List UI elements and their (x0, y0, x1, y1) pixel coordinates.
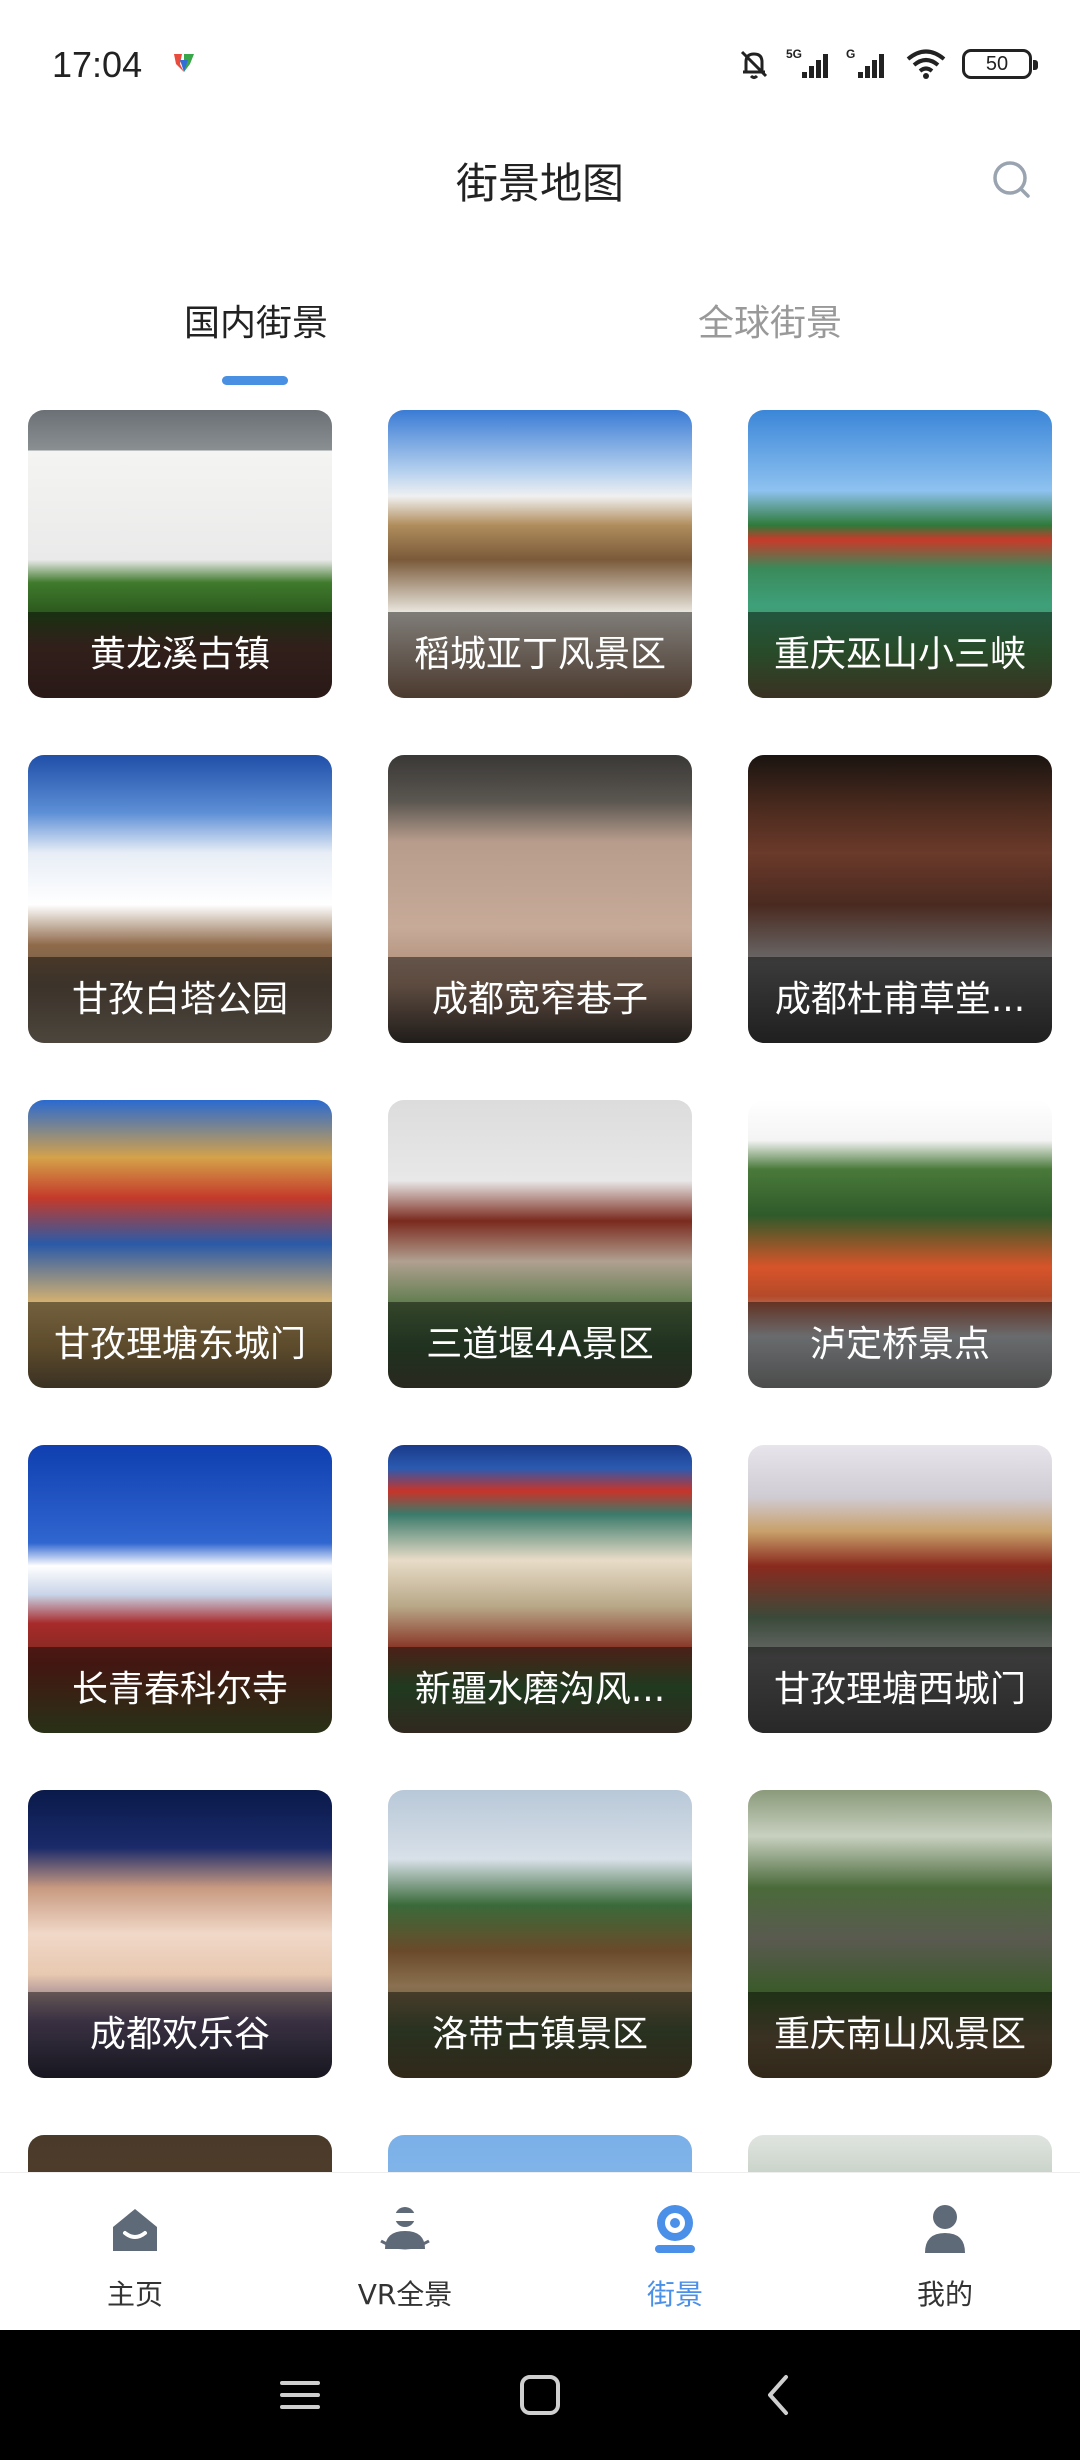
card-label: 泸定桥景点 (809, 1324, 990, 1365)
search-button[interactable] (982, 150, 1042, 210)
notification-app-icon (174, 54, 194, 72)
wifi-icon (906, 49, 946, 79)
scenic-card[interactable]: 成都杜甫草堂... (748, 755, 1052, 1043)
street-view-icon (655, 2205, 695, 2253)
tab-domestic[interactable]: 国内街景 (106, 294, 406, 346)
nav-item-street-view[interactable]: 街景 (540, 2173, 810, 2331)
menu-icon[interactable] (270, 2365, 330, 2425)
scenic-card[interactable]: 长青春科尔寺 (28, 1445, 332, 1733)
signal-icon: G (846, 47, 884, 78)
nav-label: VR全景 (357, 2278, 453, 2311)
card-label: 成都杜甫草堂... (774, 979, 1026, 1020)
scenic-card[interactable]: 重庆巫山小三峡 (748, 410, 1052, 698)
scenic-card[interactable]: 甘孜白塔公园 (28, 755, 332, 1043)
card-label: 黄龙溪古镇 (89, 634, 270, 675)
card-label: 稻城亚丁风景区 (413, 634, 666, 675)
profile-icon (925, 2205, 965, 2253)
bottom-nav: 主页 VR全景 街景 我的 (0, 2172, 1080, 2330)
header: 街景地图 (0, 120, 1080, 240)
nav-label: 街景 (646, 2278, 703, 2311)
scenic-card[interactable]: 三道堰4A景区 (388, 1100, 692, 1388)
back-icon[interactable] (750, 2365, 810, 2425)
card-label: 洛带古镇景区 (431, 2014, 648, 2055)
scenic-card[interactable]: 新疆水磨沟风... (388, 1445, 692, 1733)
system-nav-bar (0, 2330, 1080, 2460)
card-label: 甘孜理塘西城门 (773, 1669, 1026, 1710)
home-icon (113, 2209, 157, 2251)
card-label: 三道堰4A景区 (426, 1324, 654, 1365)
mute-bell-icon (740, 50, 768, 79)
nav-item-vr[interactable]: VR全景 (270, 2173, 540, 2331)
page-title: 街景地图 (455, 159, 624, 208)
card-label: 甘孜理塘东城门 (53, 1324, 306, 1365)
nav-label: 主页 (106, 2278, 163, 2311)
status-bar: 17:04 5G G 50 (0, 0, 1080, 120)
card-image (388, 2135, 692, 2172)
scenic-card-partial[interactable] (748, 2135, 1052, 2172)
scenic-grid-viewport: 黄龙溪古镇 稻城亚丁风景区 重庆巫山小三峡 甘孜白塔公园 成都宽窄巷子 成都杜甫… (0, 410, 1080, 2172)
nav-item-profile[interactable]: 我的 (810, 2173, 1080, 2331)
scenic-card[interactable]: 甘孜理塘西城门 (748, 1445, 1052, 1733)
card-label: 新疆水磨沟风... (414, 1669, 666, 1710)
scenic-card[interactable]: 成都宽窄巷子 (388, 755, 692, 1043)
scenic-card[interactable]: 洛带古镇景区 (388, 1790, 692, 2078)
card-label: 长青春科尔寺 (71, 1669, 288, 1710)
scenic-card[interactable]: 黄龙溪古镇 (28, 410, 332, 698)
card-label: 成都欢乐谷 (89, 2014, 270, 2055)
scenic-card[interactable]: 成都欢乐谷 (28, 1790, 332, 2078)
scenic-card-partial[interactable] (28, 2135, 332, 2172)
card-label: 重庆南山风景区 (773, 2014, 1026, 2055)
vr-panorama-icon (380, 2207, 430, 2250)
search-icon (993, 161, 1030, 198)
scenic-card[interactable]: 重庆南山风景区 (748, 1790, 1052, 2078)
status-time: 17:04 (52, 44, 143, 85)
home-square-icon[interactable] (510, 2365, 570, 2425)
scenic-card[interactable]: 甘孜理塘东城门 (28, 1100, 332, 1388)
status-icons: 5G G 50 (736, 42, 1038, 86)
scenic-card[interactable]: 泸定桥景点 (748, 1100, 1052, 1388)
battery-level: 50 (985, 52, 1009, 75)
battery-icon: 50 (962, 49, 1038, 79)
tab-global[interactable]: 全球街景 (620, 294, 920, 346)
svg-text:5G: 5G (786, 47, 802, 61)
nav-label: 我的 (916, 2278, 973, 2311)
card-label: 重庆巫山小三峡 (773, 634, 1026, 675)
scenic-card-partial[interactable] (388, 2135, 692, 2172)
svg-text:G: G (846, 47, 855, 61)
signal-5g-icon: 5G (786, 47, 828, 78)
scenic-card[interactable]: 稻城亚丁风景区 (388, 410, 692, 698)
scenic-grid: 黄龙溪古镇 稻城亚丁风景区 重庆巫山小三峡 甘孜白塔公园 成都宽窄巷子 成都杜甫… (28, 410, 1052, 2172)
card-label: 甘孜白塔公园 (71, 979, 288, 1020)
tab-bar: 国内街景 全球街景 (0, 280, 1080, 390)
nav-item-home[interactable]: 主页 (0, 2173, 270, 2331)
card-image (28, 2135, 332, 2172)
card-label: 成都宽窄巷子 (431, 979, 648, 1020)
tab-indicator (222, 376, 288, 385)
card-image (748, 2135, 1052, 2172)
